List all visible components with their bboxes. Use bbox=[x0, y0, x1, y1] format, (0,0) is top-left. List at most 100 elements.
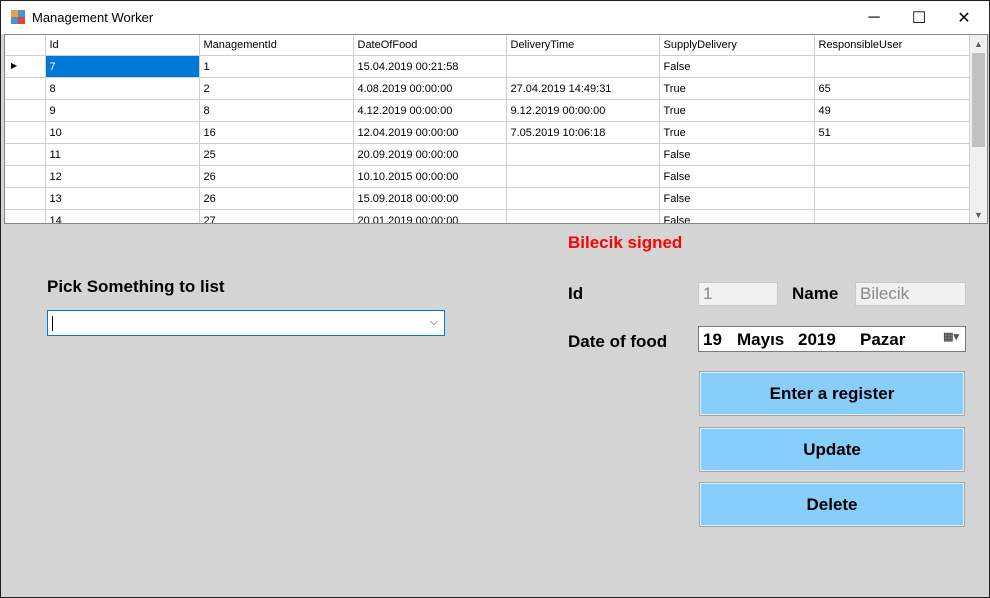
table-row[interactable]: 14 27 20.01.2019 00:00:00 False bbox=[5, 209, 970, 223]
table-cell[interactable]: 20.09.2019 00:00:00 bbox=[353, 143, 507, 166]
chevron-down-icon[interactable]: ⌵ bbox=[430, 316, 438, 329]
table-cell[interactable]: 20.01.2019 00:00:00 bbox=[353, 209, 507, 223]
column-header[interactable]: DeliveryTime bbox=[506, 35, 660, 56]
title-bar: Management Worker ─ ☐ ✕ bbox=[1, 1, 989, 34]
close-icon: ✕ bbox=[957, 9, 971, 27]
table-cell[interactable]: True bbox=[659, 99, 815, 122]
table-row[interactable]: 8 2 4.08.2019 00:00:00 27.04.2019 14:49:31 T… bbox=[5, 77, 970, 100]
table-cell[interactable] bbox=[506, 143, 660, 166]
table-cell[interactable]: 26 bbox=[199, 187, 354, 210]
table-row[interactable]: 10 16 12.04.2019 00:00:00 7.05.2019 10:06:1… bbox=[5, 121, 970, 144]
date-weekday[interactable]: Pazar bbox=[860, 330, 905, 350]
table-cell[interactable]: False bbox=[659, 143, 815, 166]
table-cell[interactable]: 15.09.2018 00:00:00 bbox=[353, 187, 507, 210]
date-year[interactable]: 2019 bbox=[798, 330, 836, 350]
row-header[interactable] bbox=[5, 187, 46, 210]
row-header[interactable] bbox=[5, 99, 46, 122]
column-header[interactable]: DateOfFood bbox=[353, 35, 507, 56]
table-cell[interactable]: False bbox=[659, 187, 815, 210]
table-cell[interactable]: 12 bbox=[45, 165, 200, 188]
calendar-icon[interactable]: ▦▾ bbox=[943, 330, 959, 343]
scroll-thumb[interactable] bbox=[972, 53, 985, 147]
table-cell[interactable]: 12.04.2019 00:00:00 bbox=[353, 121, 507, 144]
table-cell[interactable]: 10.10.2015 00:00:00 bbox=[353, 165, 507, 188]
table-cell[interactable]: 8 bbox=[199, 99, 354, 122]
table-cell[interactable] bbox=[814, 209, 970, 223]
column-header[interactable]: ManagementId bbox=[199, 35, 354, 56]
table-cell[interactable] bbox=[506, 187, 660, 210]
table-cell[interactable]: 10 bbox=[45, 121, 200, 144]
table-cell[interactable] bbox=[814, 165, 970, 188]
table-cell[interactable]: True bbox=[659, 77, 815, 100]
table-row[interactable]: 12 26 10.10.2015 00:00:00 False bbox=[5, 165, 970, 188]
table-cell[interactable] bbox=[506, 55, 660, 78]
column-header[interactable]: SupplyDelivery bbox=[659, 35, 815, 56]
update-button[interactable]: Update bbox=[699, 427, 965, 472]
grid-corner bbox=[5, 35, 46, 56]
table-cell[interactable]: 7.05.2019 10:06:18 bbox=[506, 121, 660, 144]
table-cell[interactable]: 25 bbox=[199, 143, 354, 166]
vertical-scrollbar[interactable]: ▲ ▼ bbox=[970, 35, 987, 223]
date-picker[interactable]: 19 Mayıs 2019 Pazar ▦▾ bbox=[698, 326, 966, 352]
app-icon bbox=[11, 10, 25, 24]
grid-header-row: Id ManagementId DateOfFood DeliveryTime … bbox=[5, 35, 970, 56]
table-cell[interactable]: 9.12.2019 00:00:00 bbox=[506, 99, 660, 122]
row-header[interactable] bbox=[5, 121, 46, 144]
enter-register-button[interactable]: Enter a register bbox=[699, 371, 965, 416]
name-label: Name bbox=[792, 284, 839, 303]
table-cell[interactable]: 11 bbox=[45, 143, 200, 166]
table-cell[interactable]: 9 bbox=[45, 99, 200, 122]
table-cell[interactable]: 51 bbox=[814, 121, 970, 144]
date-day[interactable]: 19 bbox=[703, 330, 722, 350]
table-cell[interactable]: 26 bbox=[199, 165, 354, 188]
delete-button[interactable]: Delete bbox=[699, 482, 965, 527]
table-cell[interactable]: False bbox=[659, 165, 815, 188]
table-row[interactable]: 9 8 4.12.2019 00:00:00 9.12.2019 00:00:00 Tr… bbox=[5, 99, 970, 122]
table-cell[interactable]: False bbox=[659, 209, 815, 223]
id-field[interactable]: 1 bbox=[698, 282, 778, 306]
row-header[interactable] bbox=[5, 165, 46, 188]
table-cell[interactable] bbox=[814, 143, 970, 166]
status-label: Bilecik signed bbox=[568, 233, 683, 252]
table-cell[interactable] bbox=[814, 187, 970, 210]
table-cell[interactable]: 16 bbox=[199, 121, 354, 144]
table-cell[interactable]: False bbox=[659, 55, 815, 78]
table-cell[interactable]: 1 bbox=[199, 55, 354, 78]
table-cell[interactable] bbox=[506, 165, 660, 188]
table-cell[interactable] bbox=[814, 55, 970, 78]
list-combobox[interactable]: ⌵ bbox=[47, 310, 445, 336]
table-cell[interactable]: 8 bbox=[45, 77, 200, 100]
table-cell[interactable]: 14 bbox=[45, 209, 200, 223]
maximize-button[interactable]: ☐ bbox=[896, 1, 942, 34]
scroll-down-icon[interactable]: ▼ bbox=[970, 206, 987, 223]
text-caret bbox=[52, 316, 53, 331]
table-cell[interactable]: 4.08.2019 00:00:00 bbox=[353, 77, 507, 100]
table-cell[interactable]: True bbox=[659, 121, 815, 144]
name-field[interactable]: Bilecik bbox=[855, 282, 966, 306]
scroll-up-icon[interactable]: ▲ bbox=[970, 35, 987, 52]
table-cell[interactable]: 27.04.2019 14:49:31 bbox=[506, 77, 660, 100]
window-title: Management Worker bbox=[32, 10, 154, 25]
data-grid[interactable]: Id ManagementId DateOfFood DeliveryTime … bbox=[4, 34, 988, 224]
minimize-button[interactable]: ─ bbox=[851, 1, 897, 34]
row-header[interactable] bbox=[5, 143, 46, 166]
table-cell[interactable]: 49 bbox=[814, 99, 970, 122]
table-cell[interactable]: 65 bbox=[814, 77, 970, 100]
table-cell[interactable] bbox=[506, 209, 660, 223]
table-cell[interactable]: 27 bbox=[199, 209, 354, 223]
table-cell[interactable]: 13 bbox=[45, 187, 200, 210]
row-header[interactable] bbox=[5, 209, 46, 223]
column-header[interactable]: ResponsibleUser bbox=[814, 35, 970, 56]
row-header[interactable] bbox=[5, 77, 46, 100]
row-header[interactable]: ▶ bbox=[5, 55, 46, 78]
close-button[interactable]: ✕ bbox=[941, 1, 987, 34]
table-cell[interactable]: 15.04.2019 00:21:58 bbox=[353, 55, 507, 78]
table-cell[interactable]: 2 bbox=[199, 77, 354, 100]
table-cell[interactable]: 7 bbox=[45, 55, 200, 78]
date-month[interactable]: Mayıs bbox=[737, 330, 784, 350]
table-cell[interactable]: 4.12.2019 00:00:00 bbox=[353, 99, 507, 122]
column-header[interactable]: Id bbox=[45, 35, 200, 56]
table-row[interactable]: ▶ 7 1 15.04.2019 00:21:58 False bbox=[5, 55, 970, 78]
table-row[interactable]: 11 25 20.09.2019 00:00:00 False bbox=[5, 143, 970, 166]
table-row[interactable]: 13 26 15.09.2018 00:00:00 False bbox=[5, 187, 970, 210]
